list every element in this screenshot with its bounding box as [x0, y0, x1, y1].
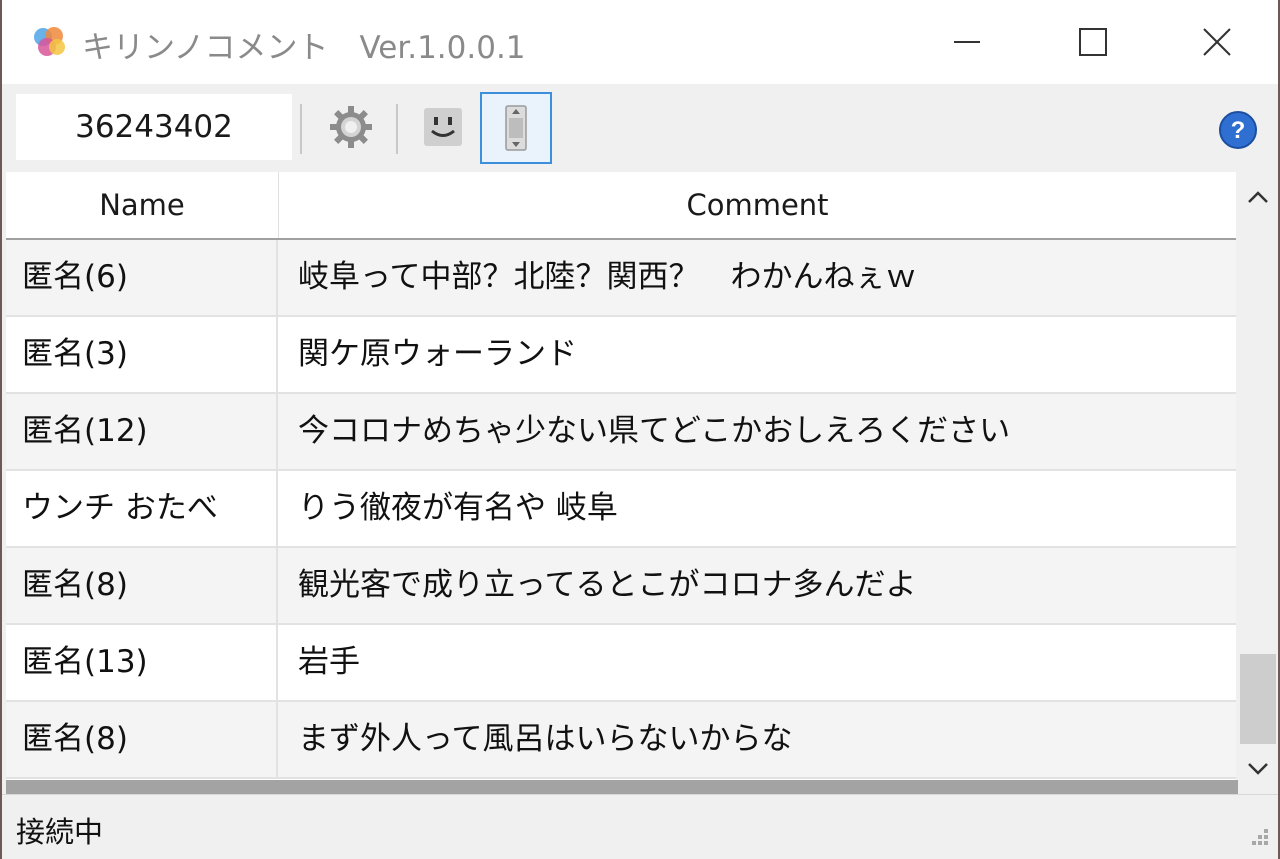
window-title: キリンノコメント Ver.1.0.0.1 — [82, 30, 526, 66]
maximize-button[interactable] — [1030, 0, 1156, 84]
grid-bottom-edge — [6, 780, 1238, 794]
comment-cell: りう徹夜が有名や 岐阜 — [298, 490, 618, 526]
toolbar-separator — [300, 104, 302, 154]
face-button[interactable] — [412, 96, 474, 158]
autoscroll-toggle-button[interactable] — [480, 92, 552, 164]
status-bar: 接続中 — [2, 794, 1278, 859]
comment-cell: まず外人って風呂はいらないからな — [298, 721, 793, 757]
toolbar-separator — [396, 104, 398, 154]
name-cell: 匿名(12) — [6, 394, 278, 469]
table-row[interactable]: 匿名(6) 岐阜って中部？北陸？関西？ わかんねぇｗ — [6, 240, 1236, 317]
svg-text:?: ? — [1231, 117, 1246, 144]
grid-rows: 匿名(6) 岐阜って中部？北陸？関西？ わかんねぇｗ 匿名(3) 関ケ原ウォーラ… — [6, 240, 1236, 779]
name-cell: ウンチ おたべ — [6, 471, 278, 546]
help-icon: ? — [1219, 111, 1257, 149]
table-row[interactable]: ウンチ おたべ りう徹夜が有名や 岐阜 — [6, 471, 1236, 548]
column-header-comment[interactable]: Comment — [279, 172, 1236, 238]
comment-cell: 関ケ原ウォーランド — [298, 336, 577, 372]
scroll-toggle-icon — [505, 105, 527, 151]
minimize-icon — [954, 41, 980, 43]
name-cell: 匿名(6) — [6, 240, 278, 315]
table-row[interactable]: 匿名(8) 観光客で成り立ってるとこがコロナ多んだよ — [6, 548, 1236, 625]
comment-cell: 岐阜って中部？北陸？関西？ わかんねぇｗ — [298, 259, 917, 295]
comment-cell: 今コロナめちゃ少ない県てどこかおしえろください — [298, 413, 1011, 449]
smiley-icon — [424, 108, 462, 146]
vertical-scrollbar[interactable] — [1238, 172, 1278, 794]
scrollbar-thumb[interactable] — [1240, 654, 1276, 744]
close-icon — [1203, 28, 1231, 56]
gear-icon — [330, 106, 372, 148]
table-row[interactable]: 匿名(3) 関ケ原ウォーランド — [6, 317, 1236, 394]
toolbar — [2, 84, 1278, 172]
name-cell: 匿名(8) — [6, 702, 278, 777]
chevron-down-icon — [1248, 763, 1268, 775]
grid-header: Name Comment — [6, 172, 1236, 240]
comment-grid[interactable]: Name Comment 匿名(6) 岐阜って中部？北陸？関西？ わかんねぇｗ … — [6, 172, 1236, 780]
comment-cell: 観光客で成り立ってるとこがコロナ多んだよ — [298, 567, 917, 603]
title-bar[interactable]: キリンノコメント Ver.1.0.0.1 — [2, 0, 1278, 84]
minimize-button[interactable] — [904, 0, 1030, 84]
resize-grip-icon[interactable] — [1242, 823, 1272, 853]
table-row[interactable]: 匿名(12) 今コロナめちゃ少ない県てどこかおしえろください — [6, 394, 1236, 471]
chevron-up-icon — [1248, 191, 1268, 203]
table-row[interactable]: 匿名(8) まず外人って風呂はいらないからな — [6, 702, 1236, 779]
name-cell: 匿名(8) — [6, 548, 278, 623]
room-id-input[interactable] — [16, 94, 292, 160]
close-button[interactable] — [1154, 0, 1280, 84]
settings-button[interactable] — [320, 96, 382, 158]
maximize-icon — [1079, 28, 1107, 56]
comment-cell: 岩手 — [298, 644, 360, 680]
name-cell: 匿名(13) — [6, 625, 278, 700]
column-header-name[interactable]: Name — [6, 172, 279, 238]
connection-status: 接続中 — [16, 815, 104, 849]
app-window: キリンノコメント Ver.1.0.0.1 36243402 ? Name Com… — [0, 0, 1280, 859]
scroll-down-button[interactable] — [1238, 744, 1278, 794]
scroll-up-button[interactable] — [1238, 172, 1278, 222]
app-logo-icon — [30, 24, 70, 60]
help-button[interactable]: ? — [1218, 110, 1258, 150]
table-row[interactable]: 匿名(13) 岩手 — [6, 625, 1236, 702]
name-cell: 匿名(3) — [6, 317, 278, 392]
